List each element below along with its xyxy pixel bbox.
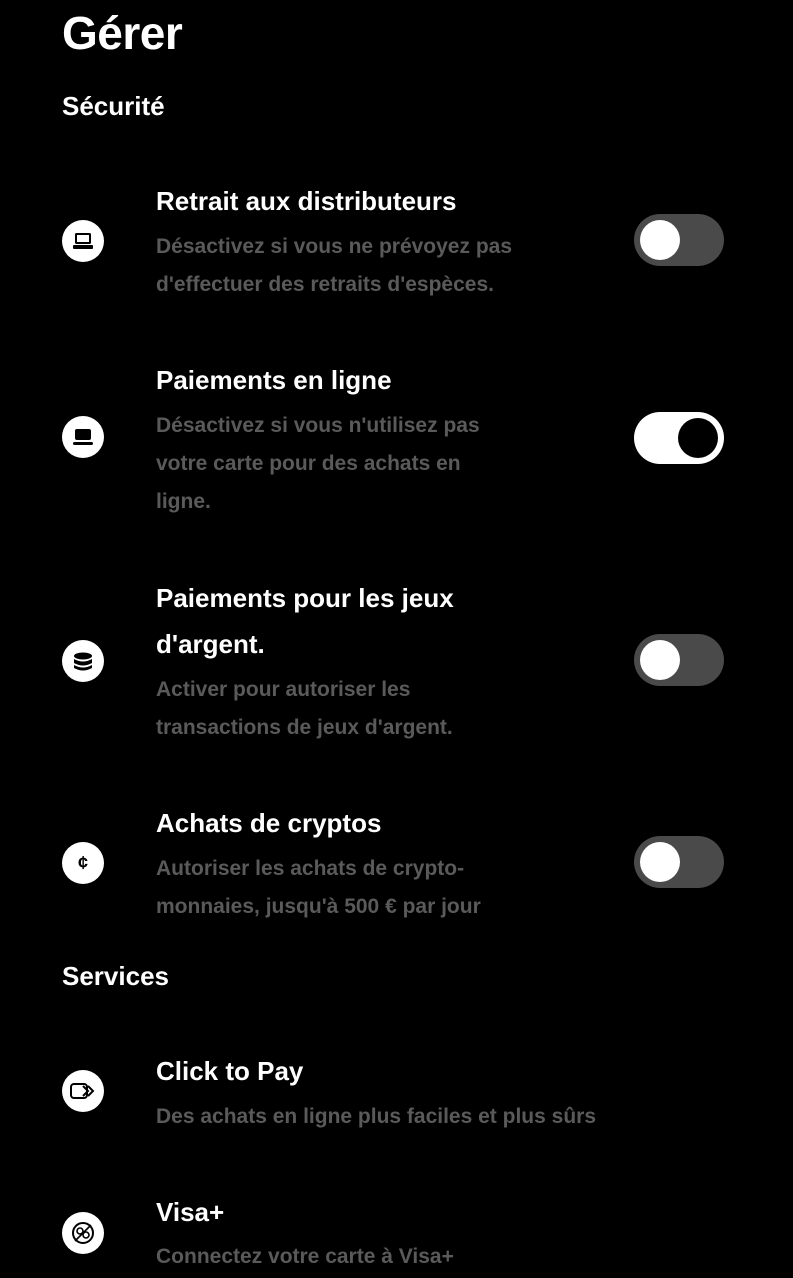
- crypto-purchases-toggle[interactable]: [634, 836, 724, 888]
- svg-text:¢: ¢: [78, 853, 88, 873]
- setting-description: Activer pour autoriser les: [156, 678, 411, 701]
- atm-icon: [62, 220, 104, 262]
- setting-title: Paiements pour les jeux: [156, 583, 454, 613]
- coins-icon: [62, 640, 104, 682]
- click-to-pay-icon: [62, 1070, 104, 1112]
- laptop-icon: [62, 416, 104, 458]
- setting-description: Désactivez si vous ne prévoyez pas: [156, 235, 513, 258]
- section-title-security: Sécurité: [62, 91, 165, 121]
- visa-plus-icon: [62, 1212, 104, 1254]
- gambling-payments-toggle[interactable]: [634, 634, 724, 686]
- service-title: Visa+: [156, 1197, 225, 1227]
- setting-description: votre carte pour des achats en: [156, 452, 461, 475]
- section-title-services: Services: [62, 961, 169, 991]
- service-title: Click to Pay: [156, 1056, 304, 1086]
- toggle-knob: [640, 220, 680, 260]
- toggle-knob: [640, 842, 680, 882]
- online-payments-toggle[interactable]: [634, 412, 724, 464]
- setting-description: ligne.: [156, 490, 211, 513]
- service-description: Connectez votre carte à Visa+: [156, 1245, 454, 1268]
- toggle-knob: [640, 640, 680, 680]
- setting-description: Autoriser les achats de crypto-: [156, 857, 465, 880]
- setting-description: transactions de jeux d'argent.: [156, 716, 453, 739]
- page-title: Gérer: [62, 7, 183, 59]
- toggle-knob: [678, 418, 718, 458]
- setting-description: Désactivez si vous n'utilisez pas: [156, 414, 480, 437]
- setting-description: d'effectuer des retraits d'espèces.: [156, 273, 494, 296]
- atm-withdrawal-toggle[interactable]: [634, 214, 724, 266]
- service-description: Des achats en ligne plus faciles et plus…: [156, 1105, 596, 1128]
- setting-title: d'argent.: [156, 629, 265, 659]
- setting-title: Paiements en ligne: [156, 365, 392, 395]
- crypto-icon: ¢: [62, 842, 104, 884]
- setting-title: Retrait aux distributeurs: [156, 186, 457, 216]
- setting-title: Achats de cryptos: [156, 808, 382, 838]
- setting-description: monnaies, jusqu'à 500 € par jour: [156, 895, 481, 918]
